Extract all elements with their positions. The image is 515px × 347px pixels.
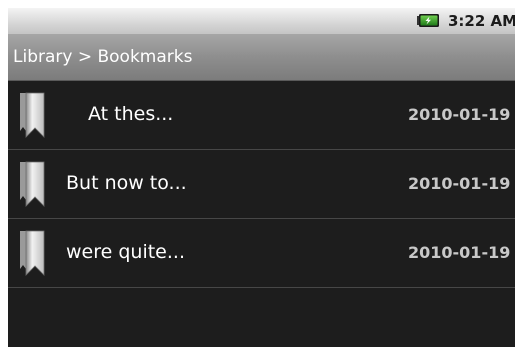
bookmark-text: But now to... bbox=[66, 172, 187, 194]
bookmark-text: At thes... bbox=[88, 103, 174, 125]
bookmark-list: At thes... 2010-01-19 But now to... 2010… bbox=[8, 81, 515, 347]
list-item-bookmark[interactable]: were quite... 2010-01-19 bbox=[8, 219, 515, 288]
page-title: Library > Bookmarks bbox=[13, 47, 193, 67]
title-bar: Library > Bookmarks bbox=[8, 34, 515, 81]
bookmark-icon bbox=[20, 230, 45, 276]
bookmark-date: 2010-01-19 bbox=[408, 174, 511, 193]
clock: 3:22 AM bbox=[448, 12, 515, 30]
bookmark-date: 2010-01-19 bbox=[408, 105, 511, 124]
list-item-bookmark[interactable]: At thes... 2010-01-19 bbox=[8, 81, 515, 150]
battery-charging-icon bbox=[417, 14, 439, 27]
bookmark-text: were quite... bbox=[66, 241, 185, 263]
bookmark-date: 2010-01-19 bbox=[408, 243, 511, 262]
bookmark-icon bbox=[20, 92, 45, 138]
bookmark-icon bbox=[20, 161, 45, 207]
list-item-bookmark[interactable]: But now to... 2010-01-19 bbox=[8, 150, 515, 219]
device-screen: 3:22 AM Library > Bookmarks At thes... 2… bbox=[8, 8, 515, 347]
status-bar: 3:22 AM bbox=[8, 8, 515, 34]
